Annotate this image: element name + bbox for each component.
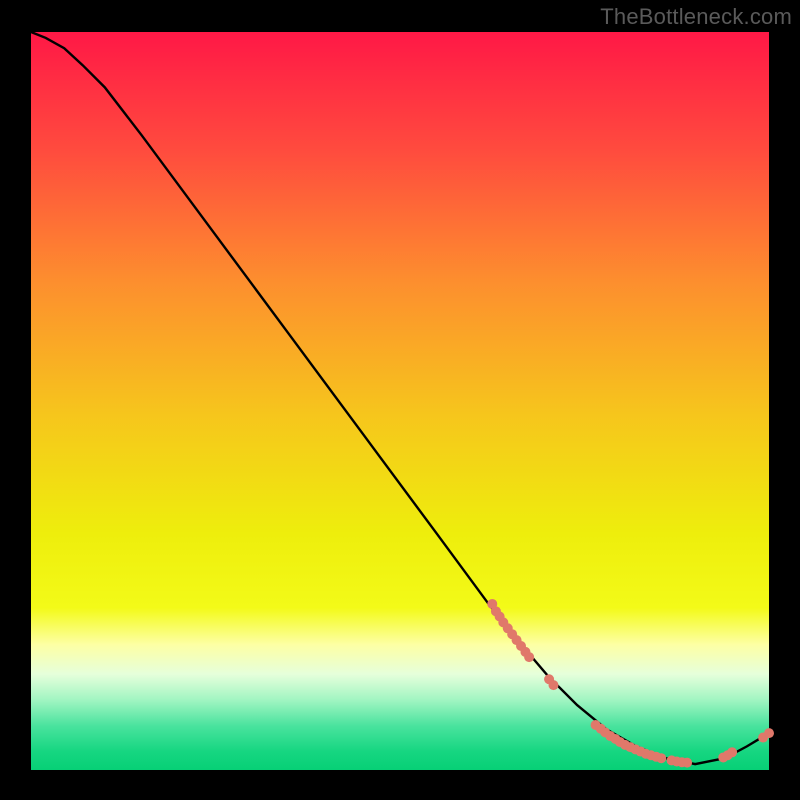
bottleneck-chart	[0, 0, 800, 800]
data-point	[524, 652, 534, 662]
chart-container: TheBottleneck.com	[0, 0, 800, 800]
data-point	[727, 747, 737, 757]
plot-background	[31, 32, 769, 770]
data-point	[764, 728, 774, 738]
data-point	[682, 758, 692, 768]
data-point	[549, 680, 559, 690]
watermark-text: TheBottleneck.com	[600, 4, 792, 30]
data-point	[656, 753, 666, 763]
